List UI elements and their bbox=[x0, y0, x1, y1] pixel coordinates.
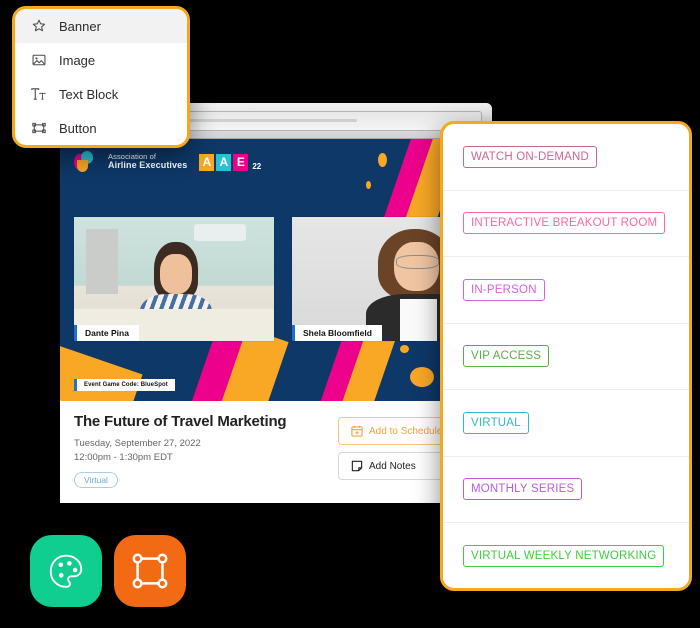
event-game-code: Event Game Code: BlueSpot bbox=[74, 379, 175, 391]
tag-panel: WATCH ON-DEMAND INTERACTIVE BREAKOUT ROO… bbox=[440, 121, 692, 591]
event-time: 12:00pm - 1:30pm EDT bbox=[74, 451, 173, 463]
button-frame-icon bbox=[31, 121, 46, 135]
status-badge[interactable]: INTERACTIVE BREAKOUT ROOM bbox=[463, 212, 666, 235]
menu-item-banner[interactable]: Banner bbox=[15, 9, 187, 43]
status-badge[interactable]: IN-PERSON bbox=[463, 278, 545, 301]
note-icon bbox=[351, 460, 363, 472]
aae-letter-1: A bbox=[199, 153, 215, 171]
status-badge[interactable]: VIP ACCESS bbox=[463, 345, 550, 368]
aae-letter-3: E bbox=[233, 153, 249, 171]
status-badge[interactable]: VIRTUAL bbox=[463, 411, 529, 434]
banner-stripe-orange-3 bbox=[60, 335, 143, 401]
event-details: The Future of Travel Marketing Tuesday, … bbox=[74, 413, 287, 488]
aae-year: 22 bbox=[252, 161, 262, 171]
event-title: The Future of Travel Marketing bbox=[74, 413, 287, 430]
star-icon bbox=[31, 19, 46, 33]
tag-row[interactable]: WATCH ON-DEMAND bbox=[443, 124, 689, 191]
palette-icon bbox=[49, 554, 83, 588]
participant-name: Dante Pina bbox=[74, 325, 139, 341]
component-menu: Banner Image Text Block Button bbox=[12, 6, 190, 148]
tag-row[interactable]: INTERACTIVE BREAKOUT ROOM bbox=[443, 191, 689, 257]
palette-app-icon[interactable] bbox=[30, 535, 102, 607]
banner-blob-4 bbox=[400, 345, 409, 353]
menu-item-button[interactable]: Button bbox=[15, 111, 187, 145]
association-logo-icon bbox=[74, 151, 96, 173]
banner-blob-1 bbox=[378, 153, 387, 167]
aae-logo: A A E 22 bbox=[199, 153, 262, 171]
aae-letter-2: A bbox=[216, 153, 232, 171]
status-badge[interactable]: MONTHLY SERIES bbox=[463, 478, 583, 501]
event-banner: Association of Airline Executives A A E … bbox=[60, 139, 492, 401]
add-to-schedule-label: Add to Schedule bbox=[369, 425, 443, 437]
nodes-frame-icon bbox=[132, 553, 168, 589]
menu-item-label: Image bbox=[59, 52, 96, 68]
tag-row[interactable]: MONTHLY SERIES bbox=[443, 457, 689, 523]
calendar-add-icon bbox=[351, 425, 363, 437]
browser-window: ◀ ▶ As bbox=[60, 103, 492, 503]
menu-item-label: Button bbox=[59, 120, 97, 136]
tag-row[interactable]: VIP ACCESS bbox=[443, 324, 689, 390]
banner-blob-3 bbox=[410, 367, 434, 387]
add-notes-label: Add Notes bbox=[369, 460, 416, 472]
menu-item-label: Banner bbox=[59, 18, 101, 34]
video-tile[interactable]: Dante Pina bbox=[74, 217, 274, 341]
screen: ◀ ▶ As bbox=[0, 0, 700, 628]
event-format-chip: Virtual bbox=[74, 471, 118, 488]
menu-item-label: Text Block bbox=[59, 86, 119, 102]
app-icons bbox=[30, 535, 186, 607]
status-badge[interactable]: WATCH ON-DEMAND bbox=[463, 145, 597, 168]
status-badge[interactable]: VIRTUAL WEEKLY NETWORKING bbox=[463, 545, 665, 568]
event-date: Tuesday, September 27, 2022 bbox=[74, 438, 201, 449]
tag-row[interactable]: VIRTUAL bbox=[443, 390, 689, 457]
image-icon bbox=[31, 53, 46, 67]
participant-name: Shela Bloomfield bbox=[292, 325, 382, 341]
menu-item-image[interactable]: Image bbox=[15, 43, 187, 77]
nodes-frame-app-icon[interactable] bbox=[114, 535, 186, 607]
tag-row[interactable]: VIRTUAL WEEKLY NETWORKING bbox=[443, 523, 689, 588]
banner-blob-2 bbox=[366, 181, 371, 189]
participant-photo bbox=[74, 217, 274, 341]
menu-item-text-block[interactable]: Text Block bbox=[15, 77, 187, 111]
event-info: The Future of Travel Marketing Tuesday, … bbox=[60, 401, 492, 502]
banner-header: Association of Airline Executives A A E … bbox=[74, 151, 261, 173]
tag-row[interactable]: IN-PERSON bbox=[443, 257, 689, 324]
association-name: Association of Airline Executives bbox=[108, 152, 188, 171]
text-format-icon bbox=[31, 87, 46, 101]
